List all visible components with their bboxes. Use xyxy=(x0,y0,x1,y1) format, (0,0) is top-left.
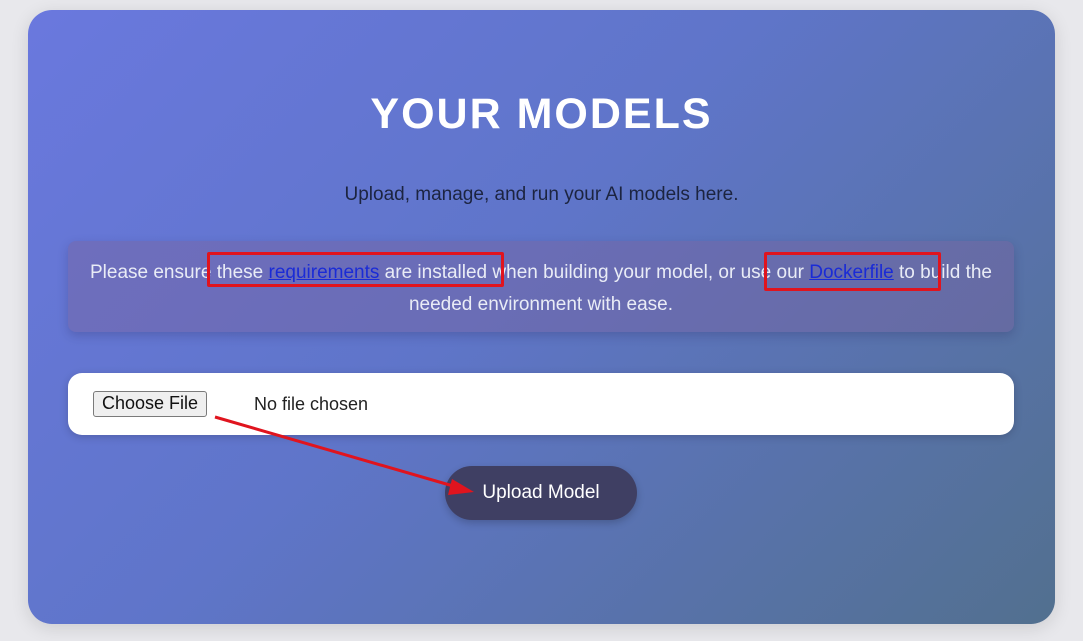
models-card: YOUR MODELS Upload, manage, and run your… xyxy=(28,10,1055,624)
notice-text-1: Please ensure xyxy=(89,262,217,283)
annotation-box-requirements xyxy=(207,252,504,287)
notice-text-4: when building your model, or xyxy=(487,262,741,283)
file-status-text: No file chosen xyxy=(254,394,369,414)
file-input-container[interactable]: Choose File No file chosen xyxy=(68,373,1014,435)
page-title: YOUR MODELS xyxy=(370,90,713,138)
upload-model-button[interactable]: Upload Model xyxy=(445,466,637,520)
page-subtitle: Upload, manage, and run your AI models h… xyxy=(344,184,739,205)
annotation-box-dockerfile xyxy=(764,252,941,291)
choose-file-button[interactable]: Choose File xyxy=(93,391,208,417)
